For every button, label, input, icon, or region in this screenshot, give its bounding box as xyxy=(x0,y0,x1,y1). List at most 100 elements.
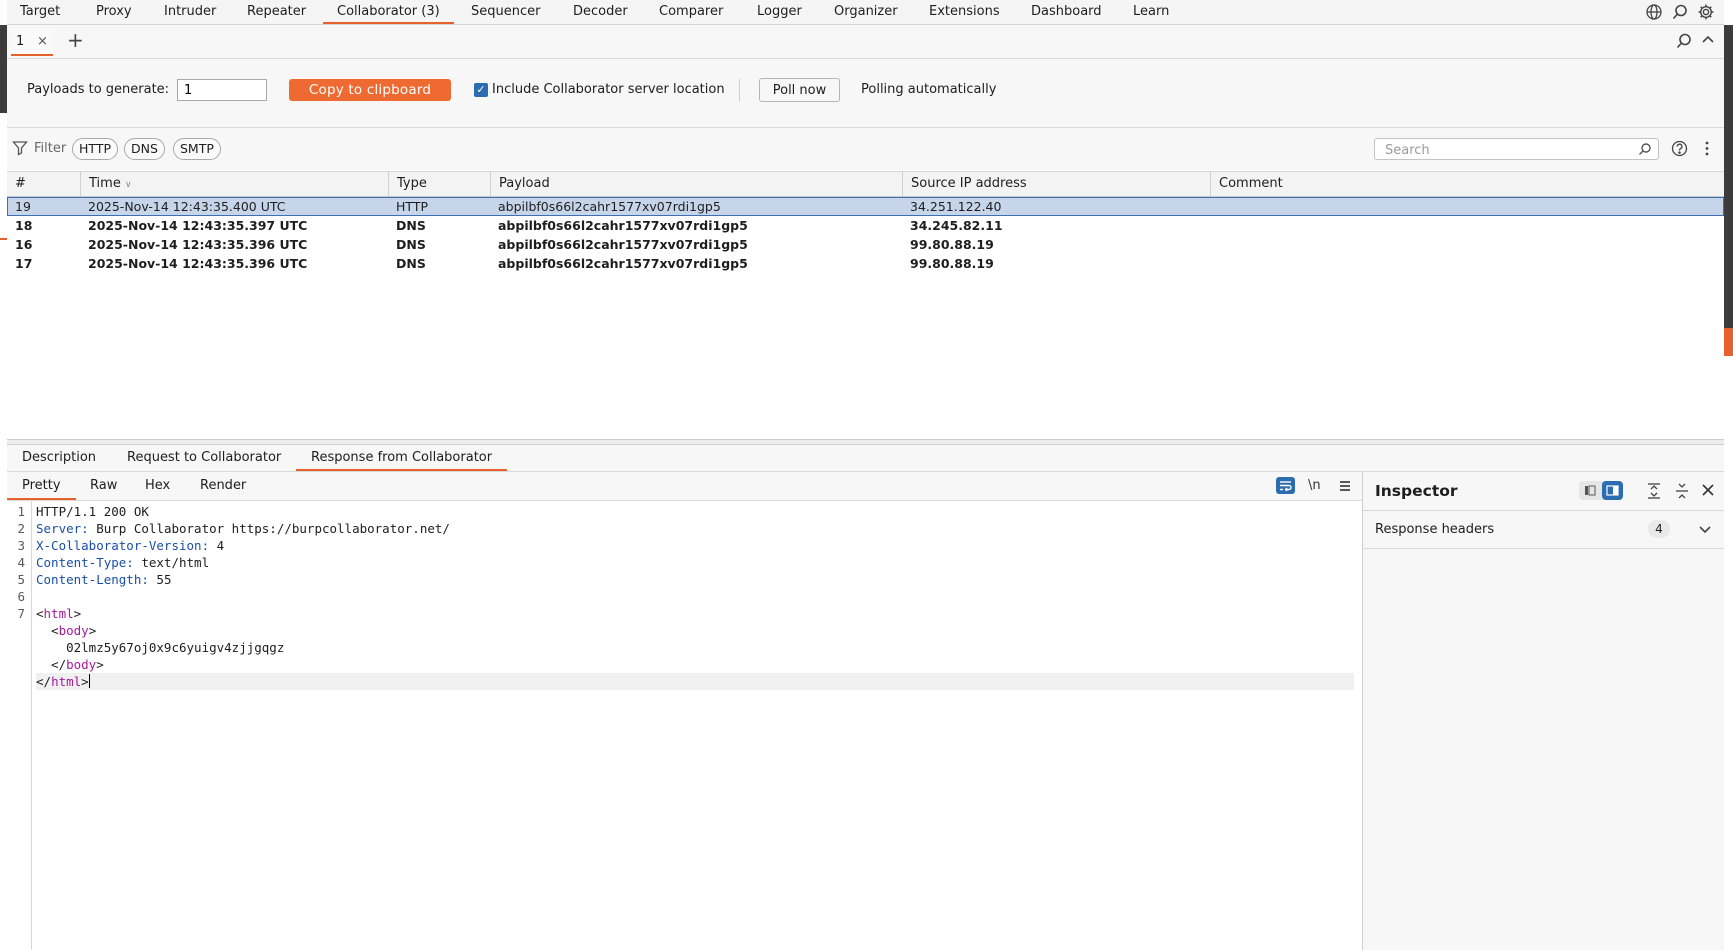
tab-proxy[interactable]: Proxy xyxy=(96,0,132,24)
code-text: > xyxy=(73,606,82,621)
table-search-field[interactable] xyxy=(1374,138,1659,160)
tab-number: 1 xyxy=(16,34,25,49)
filter-chip-smtp[interactable]: SMTP xyxy=(173,138,221,160)
tab-organizer[interactable]: Organizer xyxy=(834,0,898,24)
collaborator-tab-1[interactable]: 1 × xyxy=(11,30,53,56)
collapse-all-icon[interactable] xyxy=(1674,482,1690,504)
filter-icon[interactable] xyxy=(12,140,28,160)
line-number: 5 xyxy=(17,572,25,587)
collaborator-tab-row: 1 × + xyxy=(7,25,1724,59)
tab-intruder[interactable]: Intruder xyxy=(164,0,216,24)
tab-repeater[interactable]: Repeater xyxy=(247,0,306,24)
response-headers-section[interactable]: Response headers 4 xyxy=(1363,511,1724,549)
editor-menu-icon[interactable] xyxy=(1338,479,1352,497)
tab-sequencer[interactable]: Sequencer xyxy=(471,0,540,24)
tab-render[interactable]: Render xyxy=(185,472,261,500)
row-payload: abpilbf0s66l2cahr1577xv07rdi1gp5 xyxy=(498,237,748,252)
column-header-payload[interactable]: Payload xyxy=(490,172,902,196)
stacked-layout-icon[interactable] xyxy=(1582,483,1598,502)
globe-icon[interactable] xyxy=(1645,3,1663,21)
left-window-edge xyxy=(0,0,7,950)
tab-pretty[interactable]: Pretty xyxy=(7,472,76,500)
show-newlines-toggle[interactable]: \n xyxy=(1308,478,1321,493)
tab-logger[interactable]: Logger xyxy=(757,0,802,24)
code-line: </body> xyxy=(36,656,104,673)
tab-raw[interactable]: Raw xyxy=(75,472,132,500)
poll-now-button[interactable]: Poll now xyxy=(759,78,840,102)
code-line: 02lmz5y67oj0x9c6yuigv4zjjgqgz xyxy=(36,639,284,656)
html-tag-name: html xyxy=(51,674,82,689)
text-cursor xyxy=(88,674,90,688)
header-key: Server: xyxy=(36,521,89,536)
tab-decoder[interactable]: Decoder xyxy=(573,0,628,24)
table-row[interactable]: 16 2025-Nov-14 12:43:35.396 UTC DNS abpi… xyxy=(7,235,1724,254)
help-icon[interactable] xyxy=(1671,140,1688,161)
include-server-location-checkbox[interactable]: ✓ xyxy=(474,83,488,97)
settings-gear-icon[interactable] xyxy=(1697,3,1715,21)
right-window-edge xyxy=(1724,0,1733,950)
code-text: Burp Collaborator https://burpcollaborat… xyxy=(88,521,450,536)
search-icon[interactable] xyxy=(1671,3,1689,21)
column-header-number[interactable]: # xyxy=(7,172,80,196)
line-number: 1 xyxy=(17,504,25,519)
filter-label[interactable]: Filter xyxy=(34,141,66,156)
include-server-location-label: Include Collaborator server location xyxy=(492,82,725,97)
tab-comparer[interactable]: Comparer xyxy=(659,0,723,24)
row-number: 17 xyxy=(15,256,33,271)
collapse-chevron-up-icon[interactable] xyxy=(1700,32,1716,52)
table-header: # Time ∨ Type Payload Source IP address … xyxy=(7,172,1724,197)
header-key: X-Collaborator-Version: xyxy=(36,538,210,553)
row-type: DNS xyxy=(396,218,426,233)
word-wrap-toggle-icon[interactable] xyxy=(1276,477,1295,494)
row-comment xyxy=(1210,235,1218,254)
toolbar-divider xyxy=(739,79,740,101)
table-row[interactable]: 18 2025-Nov-14 12:43:35.397 UTC DNS abpi… xyxy=(7,216,1724,235)
column-header-source-ip[interactable]: Source IP address xyxy=(902,172,1210,196)
row-source-ip: 34.251.122.40 xyxy=(910,199,1002,214)
filter-chip-dns[interactable]: DNS xyxy=(124,138,165,160)
add-tab-button[interactable]: + xyxy=(67,28,84,52)
copy-to-clipboard-button[interactable]: Copy to clipboard xyxy=(289,79,451,101)
code-line: Server: Burp Collaborator https://burpco… xyxy=(36,520,450,537)
code-line: <body> xyxy=(36,622,96,639)
code-text: </ xyxy=(36,674,52,689)
main-tab-bar: Target Proxy Intruder Repeater Collabora… xyxy=(7,0,1724,25)
close-tab-icon[interactable]: × xyxy=(37,34,48,49)
expand-all-icon[interactable] xyxy=(1646,482,1662,504)
layout-toggle[interactable] xyxy=(1579,481,1623,500)
row-number: 19 xyxy=(15,199,31,214)
inspector-title: Inspector xyxy=(1375,482,1458,500)
column-header-time-label: Time xyxy=(89,176,121,191)
column-header-type[interactable]: Type xyxy=(388,172,490,196)
column-header-comment[interactable]: Comment xyxy=(1210,172,1724,196)
tab-dashboard[interactable]: Dashboard xyxy=(1031,0,1102,24)
tab-description[interactable]: Description xyxy=(7,445,111,471)
tab-response-from-collaborator[interactable]: Response from Collaborator xyxy=(296,445,508,471)
tab-request-to-collaborator[interactable]: Request to Collaborator xyxy=(112,445,296,471)
code-line: X-Collaborator-Version: 4 xyxy=(36,537,224,554)
chevron-down-icon[interactable] xyxy=(1698,522,1712,540)
side-layout-icon[interactable] xyxy=(1602,481,1623,500)
tab-learn[interactable]: Learn xyxy=(1133,0,1169,24)
code-text: </ xyxy=(36,657,67,672)
tab-target[interactable]: Target xyxy=(20,0,60,24)
row-time: 2025-Nov-14 12:43:35.400 UTC xyxy=(88,199,286,214)
line-number-gutter: 1 2 3 4 5 6 7 xyxy=(7,501,32,950)
tab-extensions[interactable]: Extensions xyxy=(929,0,1000,24)
column-header-time[interactable]: Time ∨ xyxy=(80,172,388,196)
table-row[interactable]: 17 2025-Nov-14 12:43:35.396 UTC DNS abpi… xyxy=(7,254,1724,273)
code-line: </html> xyxy=(36,673,1354,690)
table-search-input[interactable] xyxy=(1383,141,1637,159)
payload-controls: Payloads to generate: Copy to clipboard … xyxy=(7,59,1724,128)
more-options-icon[interactable] xyxy=(1704,140,1710,161)
tab-collaborator[interactable]: Collaborator (3) xyxy=(323,0,454,24)
response-headers-count-badge: 4 xyxy=(1648,520,1670,538)
close-inspector-icon[interactable] xyxy=(1701,483,1715,501)
line-number: 3 xyxy=(17,538,25,553)
row-payload: abpilbf0s66l2cahr1577xv07rdi1gp5 xyxy=(498,199,721,214)
table-row[interactable]: 19 2025-Nov-14 12:43:35.400 UTC HTTP abp… xyxy=(7,197,1724,216)
search-icon[interactable] xyxy=(1675,32,1693,54)
payloads-count-input[interactable] xyxy=(177,79,267,101)
tab-hex[interactable]: Hex xyxy=(130,472,185,500)
filter-chip-http[interactable]: HTTP xyxy=(72,138,118,160)
